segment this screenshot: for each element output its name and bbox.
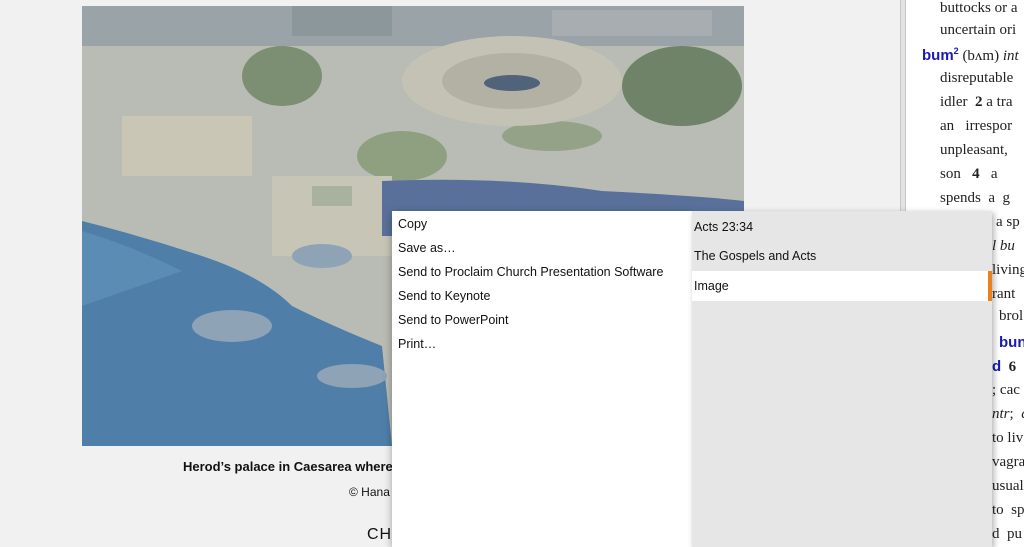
dict-line: living xyxy=(992,262,1024,278)
menu-item-save-as[interactable]: Save as… xyxy=(398,241,456,255)
pronunciation: (bʌm) xyxy=(962,48,1000,64)
dict-headword-line: bum2 (bʌm) int xyxy=(922,46,1019,65)
photo-caption: Herod’s palace in Caesarea where xyxy=(183,459,393,474)
dict-line-link[interactable]: bun xyxy=(999,334,1024,351)
headword[interactable]: bum xyxy=(922,47,954,64)
menu-item-send-to-keynote[interactable]: Send to Keynote xyxy=(398,289,490,303)
dict-line: disreputable xyxy=(940,70,1014,86)
dict-line: rant xyxy=(992,286,1016,302)
dict-line: unpleasant, xyxy=(940,142,1008,158)
dict-line: spends a g xyxy=(940,190,1011,206)
submenu-item-image-row[interactable]: Image xyxy=(692,271,988,301)
menu-item-print[interactable]: Print… xyxy=(398,337,436,351)
dict-line: usual xyxy=(992,478,1024,494)
dict-line: to liv xyxy=(992,430,1024,446)
dict-line: a sp xyxy=(996,214,1020,230)
dict-line: an irrespor xyxy=(940,118,1013,134)
dict-line: l bu xyxy=(992,238,1015,254)
dict-line: uncertain ori xyxy=(940,22,1017,38)
dict-line: buttocks or a xyxy=(940,0,1018,16)
dict-line: ntr; c xyxy=(992,406,1024,422)
dict-line: d pu xyxy=(992,526,1022,542)
selection-accent-bar xyxy=(988,271,992,301)
dict-line: brol xyxy=(999,308,1024,324)
menu-item-send-to-powerpoint[interactable]: Send to PowerPoint xyxy=(398,313,509,327)
dict-line: vagra xyxy=(992,454,1024,470)
submenu: Acts 23:34 The Gospels and Acts Image xyxy=(692,211,992,547)
submenu-item-gospels-and-acts[interactable]: The Gospels and Acts xyxy=(694,249,816,263)
photo-credit: © Hana xyxy=(349,485,390,499)
submenu-item-acts-23-34[interactable]: Acts 23:34 xyxy=(694,220,753,234)
dict-line: son 4 a xyxy=(940,166,998,182)
menu-item-copy[interactable]: Copy xyxy=(398,217,427,231)
dict-line: d 6 xyxy=(992,358,1017,375)
part-of-speech: int xyxy=(1002,48,1019,64)
context-menu: Copy Save as… Send to Proclaim Church Pr… xyxy=(392,211,692,547)
dict-line: idler 2 a tra xyxy=(940,94,1013,110)
dict-line: to sp xyxy=(992,502,1024,518)
headword-sup: 2 xyxy=(953,46,959,56)
dict-line: ; cac xyxy=(992,382,1020,398)
menu-item-send-to-proclaim[interactable]: Send to Proclaim Church Presentation Sof… xyxy=(398,265,663,279)
submenu-item-image[interactable]: Image xyxy=(694,279,729,293)
